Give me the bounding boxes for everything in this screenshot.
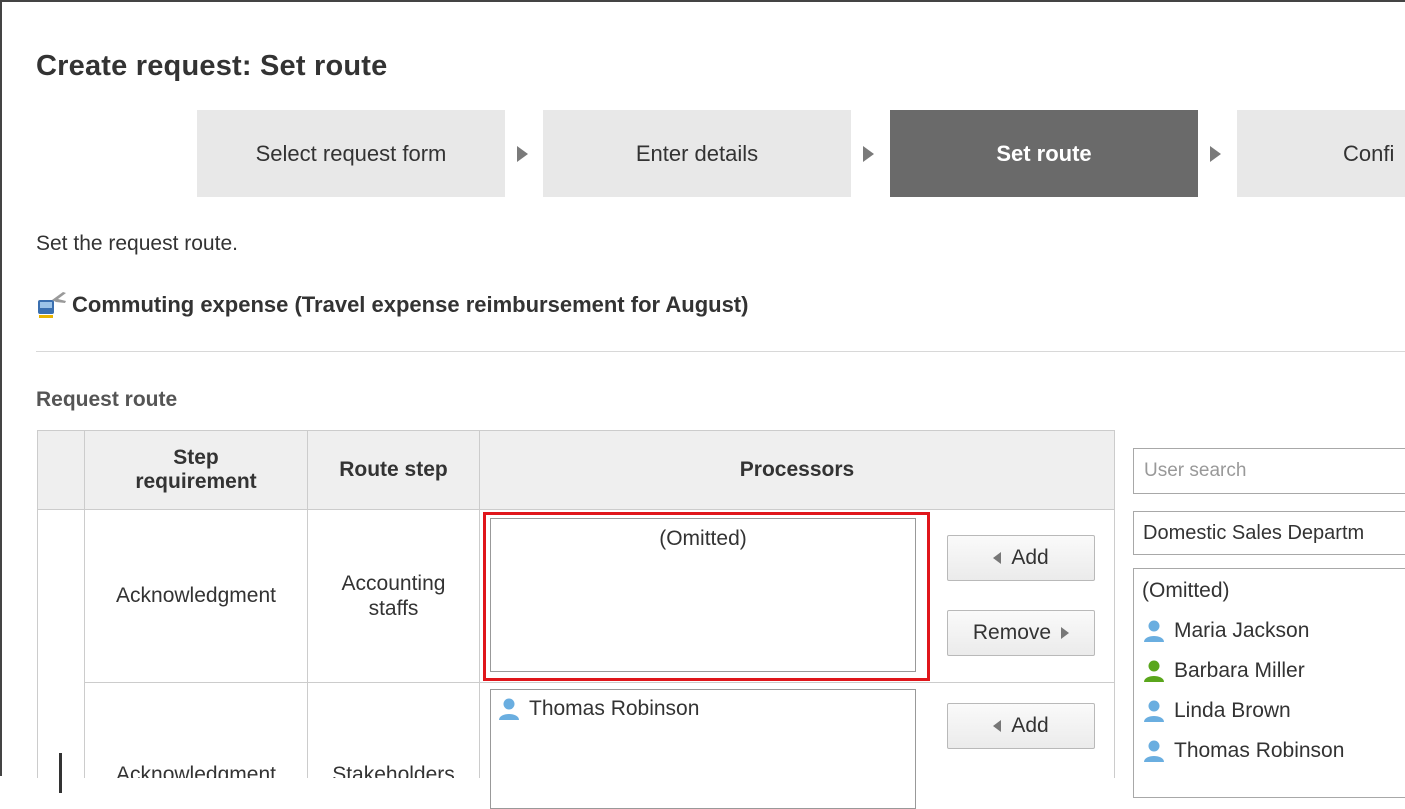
user-name: Barbara Miller <box>1174 659 1305 682</box>
list-item[interactable]: Thomas Robinson <box>1142 731 1405 771</box>
user-name: Linda Brown <box>1174 699 1291 722</box>
processors-cell: Thomas Robinson Add <box>479 682 1115 809</box>
user-listbox[interactable]: (Omitted) Maria Jackson Barbara Miller L… <box>1133 568 1405 798</box>
user-picker-panel: Domestic Sales Departm (Omitted) Maria J… <box>1116 430 1405 798</box>
table-row: Acknowledgment Stakeholders Thomas Robin… <box>38 682 1115 809</box>
list-item[interactable]: Barbara Miller <box>1142 651 1405 691</box>
step-arrow-icon <box>863 146 874 162</box>
list-item[interactable]: Linda Brown <box>1142 691 1405 731</box>
processors-header: Processors <box>479 430 1115 510</box>
route-step-header: Route step <box>307 430 480 510</box>
step-label: Select request form <box>255 140 447 166</box>
instruction-text: Set the request route. <box>36 232 238 255</box>
add-button-label: Add <box>1011 546 1049 569</box>
table-header-row: Step requirement Route step Processors <box>37 430 1115 510</box>
user-icon <box>499 698 519 720</box>
user-icon <box>1144 700 1164 722</box>
form-title: Commuting expense (Travel expense reimbu… <box>36 288 748 322</box>
step-label: Confi <box>1343 140 1395 166</box>
step-requirement-cell: Acknowledgment <box>84 509 308 683</box>
route-step-cell: Stakeholders <box>307 682 480 778</box>
form-title-text: Commuting expense (Travel expense reimbu… <box>72 292 749 317</box>
user-search-input[interactable] <box>1133 448 1405 494</box>
processor-name: Thomas Robinson <box>529 697 700 720</box>
arrow-right-icon <box>1061 627 1070 639</box>
remove-button[interactable]: Remove <box>947 610 1095 656</box>
user-name: Thomas Robinson <box>1174 739 1345 762</box>
step-select-request-form: Select request form <box>197 110 505 197</box>
user-icon <box>1144 740 1164 762</box>
route-step-cell: Accounting staffs <box>307 509 480 683</box>
add-button-label: Add <box>1011 714 1049 737</box>
marker-line <box>59 753 62 793</box>
remove-button-label: Remove <box>972 621 1052 644</box>
route-step-text: Stakeholders <box>332 763 455 778</box>
arrow-left-icon <box>993 552 1002 564</box>
step-marker-cell <box>37 509 85 793</box>
processor-item[interactable]: Thomas Robinson <box>497 694 909 724</box>
step-arrow-icon <box>1210 146 1221 162</box>
add-button[interactable]: Add <box>947 535 1095 581</box>
processors-cell: (Omitted) Add Remove <box>479 509 1115 683</box>
step-confirm: Confi <box>1237 110 1405 197</box>
step-arrow-icon <box>517 146 528 162</box>
travel-icon <box>38 292 66 318</box>
marker-header <box>37 430 85 510</box>
route-table: Step requirement Route step Processors A… <box>37 430 1115 809</box>
user-name: (Omitted) <box>1142 579 1230 602</box>
list-item[interactable]: (Omitted) <box>1142 571 1405 611</box>
add-button[interactable]: Add <box>947 703 1095 749</box>
step-requirement-text: Acknowledgment <box>116 763 276 778</box>
step-set-route: Set route <box>890 110 1198 197</box>
step-enter-details: Enter details <box>543 110 851 197</box>
department-select[interactable]: Domestic Sales Departm <box>1133 511 1405 555</box>
step-label: Enter details <box>635 140 759 166</box>
page-title: Create request: Set route <box>36 50 388 82</box>
step-requirement-header: Step requirement <box>84 430 308 510</box>
user-name: Maria Jackson <box>1174 619 1310 642</box>
list-item[interactable]: Maria Jackson <box>1142 611 1405 651</box>
processors-listbox[interactable]: (Omitted) <box>490 518 916 672</box>
processors-listbox[interactable]: Thomas Robinson <box>490 689 916 809</box>
processor-item[interactable]: (Omitted) <box>497 527 909 551</box>
user-icon <box>1144 620 1164 642</box>
section-label: Request route <box>36 388 178 411</box>
table-row: Acknowledgment Accounting staffs (Omitte… <box>37 509 1115 793</box>
arrow-left-icon <box>993 720 1002 732</box>
step-requirement-cell: Acknowledgment <box>84 682 308 778</box>
divider <box>36 351 1405 352</box>
user-icon <box>1144 660 1164 682</box>
step-label: Set route <box>996 140 1092 166</box>
